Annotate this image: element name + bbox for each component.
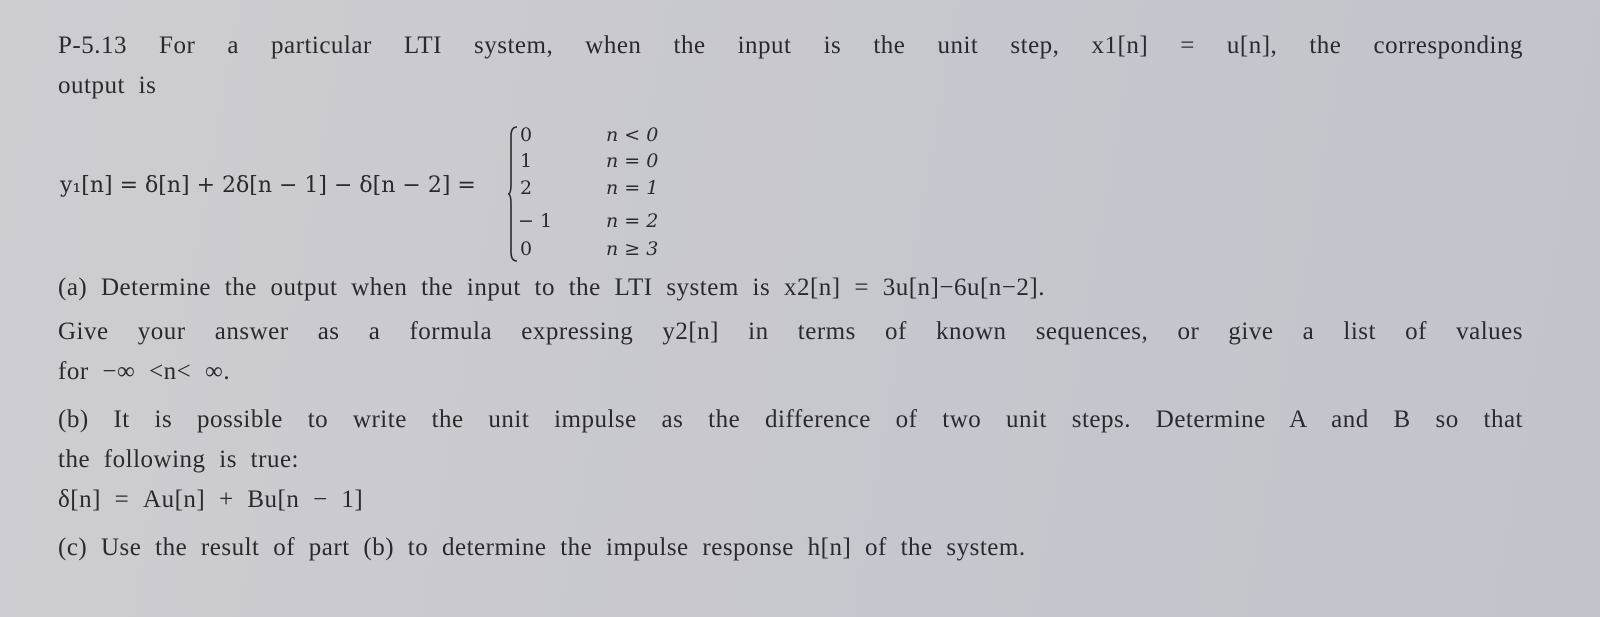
part-c-line-1: (c) Use the result of part (b) to determ… [58, 534, 1026, 561]
part-b-equation: δ[n] = Au[n] + Bu[n − 1] [58, 486, 364, 513]
case-condition: n = 0 [606, 150, 659, 172]
case-value: 2 [520, 177, 533, 199]
case-condition: n < 0 [606, 124, 659, 146]
part-b-line-1: (b) It is possible to write the unit imp… [58, 406, 1523, 433]
piecewise-brace [508, 126, 518, 262]
case-condition: n = 2 [606, 210, 659, 232]
case-condition: n = 1 [606, 177, 659, 199]
part-a-line-1: (a) Determine the output when the input … [58, 274, 1045, 301]
part-a-line-2: Give your answer as a formula expressing… [58, 318, 1523, 345]
case-value: 0 [520, 238, 533, 260]
case-value: 1 [520, 150, 533, 172]
equation-lhs: y₁[n] = δ[n] + 2δ[n − 1] − δ[n − 2] = [60, 173, 476, 198]
part-a-line-3: for −∞ <n< ∞. [58, 358, 231, 385]
case-value: 0 [520, 124, 533, 146]
intro-line-1: P-5.13 For a particular LTI system, when… [58, 32, 1523, 59]
intro-line-2: output is [58, 72, 157, 99]
case-value: − 1 [518, 210, 553, 232]
part-b-line-2: the following is true: [58, 446, 299, 473]
case-condition: n ≥ 3 [606, 238, 659, 260]
